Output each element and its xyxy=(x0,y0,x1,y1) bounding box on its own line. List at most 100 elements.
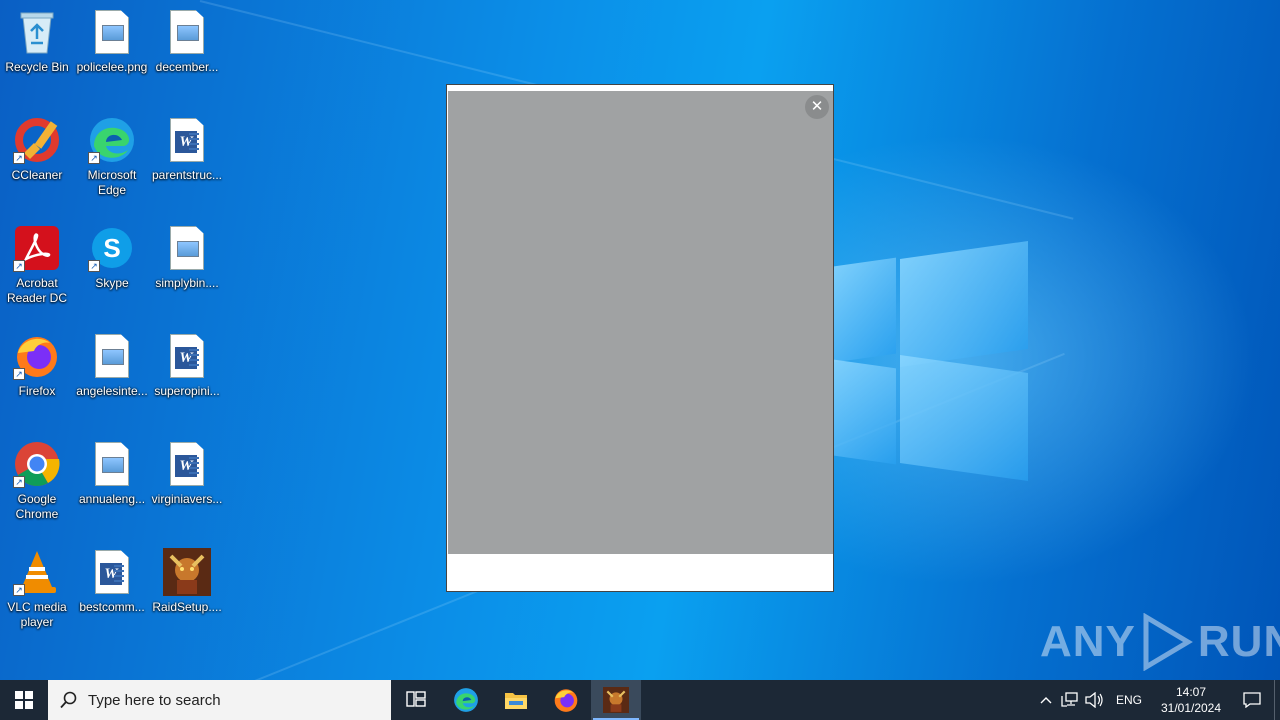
desktop-icon-ccleaner[interactable]: ↗ CCleaner xyxy=(0,116,74,183)
watermark-text-left: ANY xyxy=(1040,617,1136,666)
taskbar-search-box[interactable]: Type here to search xyxy=(48,680,391,720)
desktop-icon-firefox[interactable]: ↗ Firefox xyxy=(0,332,74,399)
taskbar: Type here to search ENG 14:07 31/01/2024 xyxy=(0,680,1280,720)
desktop-icon-label: Skype xyxy=(95,276,129,290)
shortcut-arrow-icon: ↗ xyxy=(88,152,100,164)
clock-date: 31/01/2024 xyxy=(1160,701,1222,715)
desktop-icon-file[interactable]: december... xyxy=(150,8,224,75)
close-button[interactable]: ✕ xyxy=(805,95,829,119)
close-icon: ✕ xyxy=(810,98,824,115)
network-icon xyxy=(1061,692,1078,707)
desktop-icon-chrome[interactable]: ↗ Google Chrome xyxy=(0,440,74,522)
desktop-icon-label: CCleaner xyxy=(11,168,63,182)
windows-logo-wallpaper xyxy=(834,241,1034,482)
desktop-icon-label: RaidSetup.... xyxy=(152,600,222,614)
desktop-icon-label: parentstruc... xyxy=(151,168,223,182)
search-placeholder: Type here to search xyxy=(88,691,221,709)
desktop-icon-label: Google Chrome xyxy=(15,492,59,521)
desktop-icon-label: policelee.png xyxy=(76,60,148,74)
taskbar-raid-setup-button[interactable] xyxy=(591,680,641,720)
shortcut-arrow-icon: ↗ xyxy=(13,584,25,596)
system-tray: ENG 14:07 31/01/2024 xyxy=(1034,680,1280,720)
recycle-bin-icon xyxy=(13,8,61,56)
desktop-icon-vlc[interactable]: ↗ VLC media player xyxy=(0,548,74,630)
windows-icon xyxy=(15,691,33,709)
word-doc-icon: W xyxy=(163,440,211,488)
desktop-icon-file[interactable]: angelesinte... xyxy=(75,332,149,399)
desktop-icon-file[interactable]: W virginiavers... xyxy=(150,440,224,507)
desktop-icon-file[interactable]: policelee.png xyxy=(75,8,149,75)
desktop-icon-label: angelesinte... xyxy=(76,384,148,398)
desktop-icon-label: superopini... xyxy=(154,384,220,398)
popup-content-area xyxy=(448,91,833,554)
notification-icon xyxy=(1243,692,1261,708)
watermark-text-right: RUN xyxy=(1197,617,1280,666)
edge-icon: ↗ xyxy=(88,116,136,164)
edge-icon xyxy=(454,688,478,712)
task-view-button[interactable] xyxy=(391,680,441,720)
network-button[interactable] xyxy=(1058,680,1082,720)
image-file-icon xyxy=(88,8,136,56)
desktop-icon-recycle-bin[interactable]: Recycle Bin xyxy=(0,8,74,75)
volume-button[interactable] xyxy=(1082,680,1106,720)
chevron-up-icon xyxy=(1040,697,1052,704)
desktop-icon-file[interactable]: W parentstruc... xyxy=(150,116,224,183)
action-center-button[interactable] xyxy=(1230,680,1274,720)
desktop-icon-file[interactable]: W superopini... xyxy=(150,332,224,399)
word-doc-icon: W xyxy=(163,332,211,380)
show-desktop-button[interactable] xyxy=(1274,680,1280,720)
taskbar-firefox-button[interactable] xyxy=(541,680,591,720)
desktop-icon-label: simplybin.... xyxy=(155,276,219,290)
taskbar-file-explorer-button[interactable] xyxy=(491,680,541,720)
chrome-icon: ↗ xyxy=(13,440,61,488)
image-file-icon xyxy=(88,332,136,380)
skype-icon: S ↗ xyxy=(88,224,136,272)
shortcut-arrow-icon: ↗ xyxy=(88,260,100,272)
desktop-icon-skype[interactable]: S ↗ Skype xyxy=(75,224,149,291)
firefox-icon: ↗ xyxy=(13,332,61,380)
taskbar-edge-button[interactable] xyxy=(441,680,491,720)
image-file-icon xyxy=(88,440,136,488)
show-hidden-icons-button[interactable] xyxy=(1034,680,1058,720)
image-file-icon xyxy=(163,8,211,56)
shortcut-arrow-icon: ↗ xyxy=(13,476,25,488)
desktop-icon-raid-setup[interactable]: RaidSetup.... xyxy=(150,548,224,615)
desktop-icon-acrobat[interactable]: ↗ Acrobat Reader DC xyxy=(0,224,74,306)
desktop-icon-label: Recycle Bin xyxy=(5,60,69,74)
desktop-icon-label: bestcomm... xyxy=(79,600,145,614)
shortcut-arrow-icon: ↗ xyxy=(13,368,25,380)
desktop-icon-edge[interactable]: ↗ Microsoft Edge xyxy=(75,116,149,198)
clock[interactable]: 14:07 31/01/2024 xyxy=(1152,684,1230,716)
raid-setup-icon xyxy=(163,548,211,596)
desktop-icon-label: virginiavers... xyxy=(151,492,223,506)
anyrun-watermark: ANY RUN xyxy=(1040,612,1280,672)
desktop-icon-label: Microsoft Edge xyxy=(87,168,137,197)
search-icon xyxy=(60,691,77,709)
task-view-icon xyxy=(406,691,426,707)
folder-icon xyxy=(505,693,527,709)
installer-popup-window: ✕ xyxy=(446,84,834,592)
speaker-icon xyxy=(1085,692,1103,708)
raid-setup-icon xyxy=(603,687,629,713)
word-doc-icon: W xyxy=(163,116,211,164)
desktop-icon-file[interactable]: annualeng... xyxy=(75,440,149,507)
image-file-icon xyxy=(163,224,211,272)
desktop-icon-label: annualeng... xyxy=(78,492,146,506)
svg-text:S: S xyxy=(103,233,120,263)
word-doc-icon: W xyxy=(88,548,136,596)
desktop-icon-file[interactable]: simplybin.... xyxy=(150,224,224,291)
acrobat-icon: ↗ xyxy=(13,224,61,272)
language-indicator[interactable]: ENG xyxy=(1106,693,1152,707)
ccleaner-icon: ↗ xyxy=(13,116,61,164)
shortcut-arrow-icon: ↗ xyxy=(13,260,25,272)
firefox-icon xyxy=(554,689,578,712)
desktop-icon-label: VLC media player xyxy=(7,600,67,629)
shortcut-arrow-icon: ↗ xyxy=(13,152,25,164)
clock-time: 14:07 xyxy=(1175,685,1207,699)
desktop-icon-label: Firefox xyxy=(18,384,56,398)
desktop-icon-label: december... xyxy=(155,60,219,74)
vlc-icon: ↗ xyxy=(13,548,61,596)
desktop-icon-file[interactable]: W bestcomm... xyxy=(75,548,149,615)
desktop-icon-label: Acrobat Reader DC xyxy=(6,276,68,305)
start-button[interactable] xyxy=(0,680,48,720)
